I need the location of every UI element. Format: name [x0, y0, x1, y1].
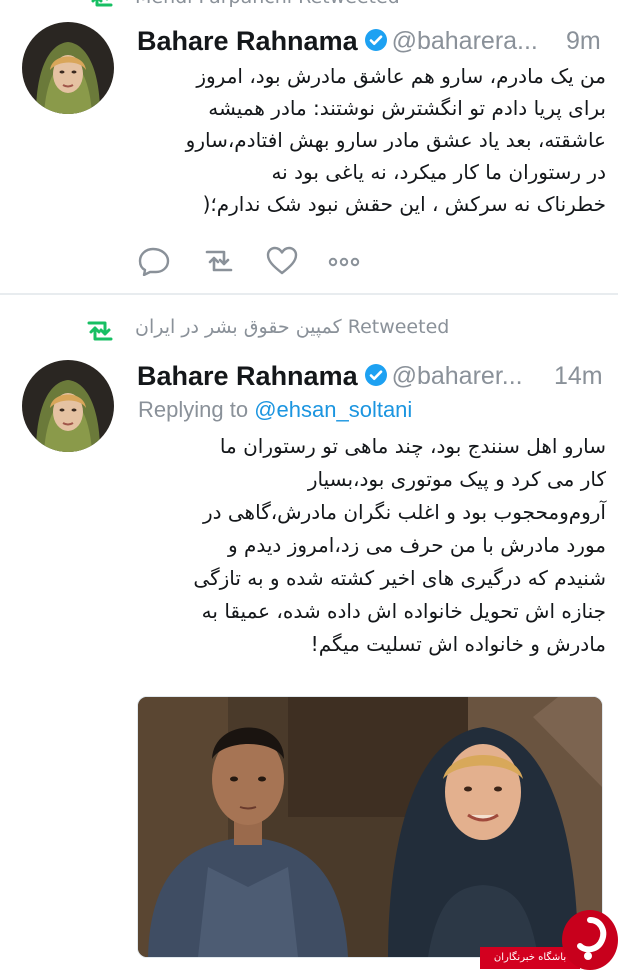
replying-to-label: Replying to: [138, 397, 249, 422]
text-line: خطرناک نه سرکش ، این حقش نبود شک ندارم؛(: [202, 192, 606, 216]
retweeted-suffix: Retweeted: [347, 316, 450, 338]
retweeted-by-label: کمپین حقوق بشر در ایران Retweeted: [135, 316, 449, 338]
text-line: عاشقته، بعد یاد عشق مادر سارو بهش افتادم…: [185, 128, 606, 152]
user-handle[interactable]: @baharera...: [392, 27, 538, 55]
display-name[interactable]: Bahare Rahnama: [137, 26, 358, 56]
text-line: جنازه اش تحویل خانواده اش داده شده، عمیق…: [201, 599, 606, 623]
text-line: من یک مادرم، سارو هم عاشق مادرش بود، امر…: [196, 64, 606, 88]
text-line: سارو اهل سنندج بود، چند ماهی تو رستوران …: [219, 434, 606, 458]
replying-to-link[interactable]: @ehsan_soltani: [254, 397, 412, 422]
tweet-divider: [0, 293, 618, 295]
user-handle[interactable]: @baharer...: [392, 362, 523, 390]
text-line: برای پریا دادم تو انگشترش نوشتند: مادر ه…: [208, 96, 606, 120]
like-icon[interactable]: [265, 246, 299, 280]
tweet-text: سارو اهل سنندج بود، چند ماهی تو رستوران …: [132, 430, 606, 661]
tweet-header: Bahare Rahnama @baharer...: [137, 361, 523, 392]
tweet-text: من یک مادرم، سارو هم عاشق مادرش بود، امر…: [132, 60, 606, 220]
text-line: مورد مادرش با من حرف می زد،امروز دیدم و: [227, 533, 606, 557]
top-retweet-partial: Mehdi Parpanchi Retweeted: [0, 0, 618, 14]
avatar[interactable]: [22, 22, 114, 114]
retweet-icon: [83, 317, 117, 349]
text-line: آروم‌ومحجوب بود و اغلب نگران مادرش،گاهی …: [202, 500, 606, 524]
watermark-emblem: [562, 910, 618, 970]
watermark-logo: باشگاه خبرنگاران: [480, 910, 618, 970]
text-line: مادرش و خانواده اش تسلیت میگم!: [310, 632, 606, 656]
tweet-header: Bahare Rahnama @baharera...: [137, 26, 538, 57]
avatar[interactable]: [22, 360, 114, 452]
retweet-icon[interactable]: [200, 246, 238, 280]
text-line: کار می کرد و پیک موتوری بود،بسیار: [307, 467, 606, 491]
retweeter-name[interactable]: کمپین حقوق بشر در ایران: [135, 316, 342, 338]
verified-badge-icon: [364, 363, 388, 391]
watermark-text: باشگاه خبرنگاران: [493, 952, 567, 963]
text-line: شنیدم که درگیری های اخیر کشته شده و به ت…: [193, 566, 606, 590]
retweeted-by-label: Mehdi Parpanchi Retweeted: [135, 0, 400, 8]
reply-icon[interactable]: [138, 246, 172, 280]
timestamp[interactable]: 9m: [566, 27, 601, 56]
timestamp[interactable]: 14m: [554, 362, 603, 391]
verified-badge-icon: [364, 28, 388, 56]
more-icon[interactable]: [328, 254, 360, 273]
retweet-icon: [88, 0, 116, 14]
display-name[interactable]: Bahare Rahnama: [137, 361, 358, 391]
replying-to: Replying to @ehsan_soltani: [138, 397, 412, 423]
text-line: در رستوران ما کار میکرد، نه یاغی بود نه: [271, 160, 606, 184]
